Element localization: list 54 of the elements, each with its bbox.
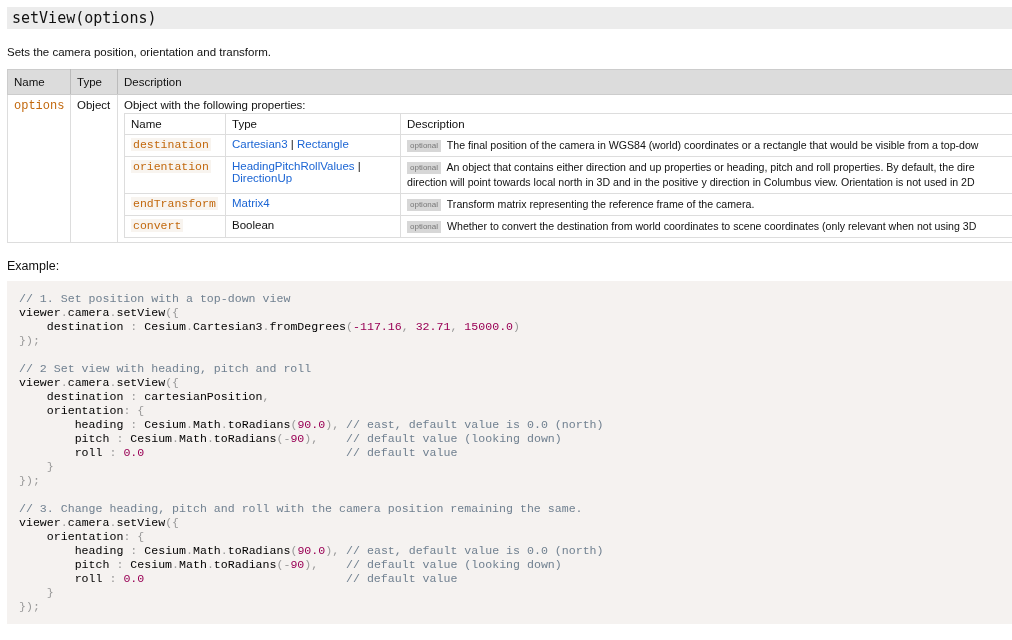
code-line: pitch : Cesium.Math.toRadians(-90), // default value (looking down) xyxy=(73,432,563,446)
optional-badge: optional xyxy=(407,140,442,152)
code-line: roll : 0.0 // default value xyxy=(73,572,459,586)
code-line: viewer.camera.setView({ xyxy=(19,306,181,320)
code-line: destination : cartesianPosition, xyxy=(45,390,271,404)
property-description: Transform matrix representing the reference frame of the camera. xyxy=(446,198,755,210)
type-link[interactable]: Matrix4 xyxy=(232,197,270,209)
property-type: Boolean xyxy=(232,219,275,231)
code-line: heading : Cesium.Math.toRadians(90.0), // east, default value is 0.0 (north) xyxy=(73,418,605,432)
type-link[interactable]: HeadingPitchRollValues xyxy=(232,160,355,172)
code-line: pitch : Cesium.Math.toRadians(-90), // default value (looking down) xyxy=(73,558,563,572)
code-line: orientation: { xyxy=(45,530,146,544)
code-line: // 1. Set position with a top-down view xyxy=(19,292,292,306)
optional-badge: optional xyxy=(407,199,442,211)
param-type: Object xyxy=(77,99,111,111)
param-description: Object with the following properties: xyxy=(124,99,307,111)
code-line: viewer.camera.setView({ xyxy=(19,376,181,390)
column-header: Name xyxy=(7,69,71,95)
code-line: destination : Cesium.Cartesian3.fromDegrees(-117.16, 32.71, 15000.0) xyxy=(45,320,522,334)
property-description: The final position of the camera in WGS84 (world) coordinates or a rectangle that would be visible from a top-dow xyxy=(446,139,979,151)
code-line: }); xyxy=(19,334,41,348)
column-header: Description xyxy=(117,69,1012,95)
example-heading: Example: xyxy=(7,259,61,273)
code-line: } xyxy=(45,460,55,474)
type-link[interactable]: Cartesian3 xyxy=(232,138,288,150)
column-header: Name xyxy=(124,113,226,135)
type-link[interactable]: Rectangle xyxy=(297,138,349,150)
property-description: Whether to convert the destination from world coordinates to scene coordinates (only relevant when not using 3D xyxy=(447,220,977,232)
code-line: } xyxy=(45,586,55,600)
type-separator: | xyxy=(289,138,295,150)
code-line: viewer.camera.setView({ xyxy=(19,516,181,530)
property-description: An object that contains either direction and up properties or heading, pitch and roll properties. By default, the dire xyxy=(446,161,975,173)
code-line: // 3. Change heading, pitch and roll with the camera position remaining the same. xyxy=(19,502,584,516)
column-header: Type xyxy=(70,69,118,95)
type-separator: | xyxy=(356,160,361,172)
column-header: Type xyxy=(225,113,401,135)
code-line: }); xyxy=(19,474,41,488)
property-name: convert xyxy=(131,219,184,232)
code-line: orientation: { xyxy=(45,404,146,418)
property-description: direction will point towards local north in 3D and in the positive y direction in Columbus view. Orientation is not used in 2D xyxy=(407,175,976,190)
optional-badge: optional xyxy=(407,221,442,233)
property-name: destination xyxy=(131,138,211,151)
optional-badge: optional xyxy=(407,162,442,174)
method-summary: Sets the camera position, orientation and transform. xyxy=(7,46,272,58)
code-line: // 2 Set view with heading, pitch and roll xyxy=(19,362,313,376)
param-name: options xyxy=(14,99,65,113)
property-name: orientation xyxy=(131,160,211,173)
method-signature: setView(options) xyxy=(7,7,1012,29)
code-line: roll : 0.0 // default value xyxy=(73,446,459,460)
code-line: }); xyxy=(19,600,41,614)
type-link[interactable]: DirectionUp xyxy=(232,172,293,184)
property-name: endTransform xyxy=(131,197,218,210)
column-header: Description xyxy=(400,113,1012,135)
code-line: heading : Cesium.Math.toRadians(90.0), // east, default value is 0.0 (north) xyxy=(73,544,605,558)
